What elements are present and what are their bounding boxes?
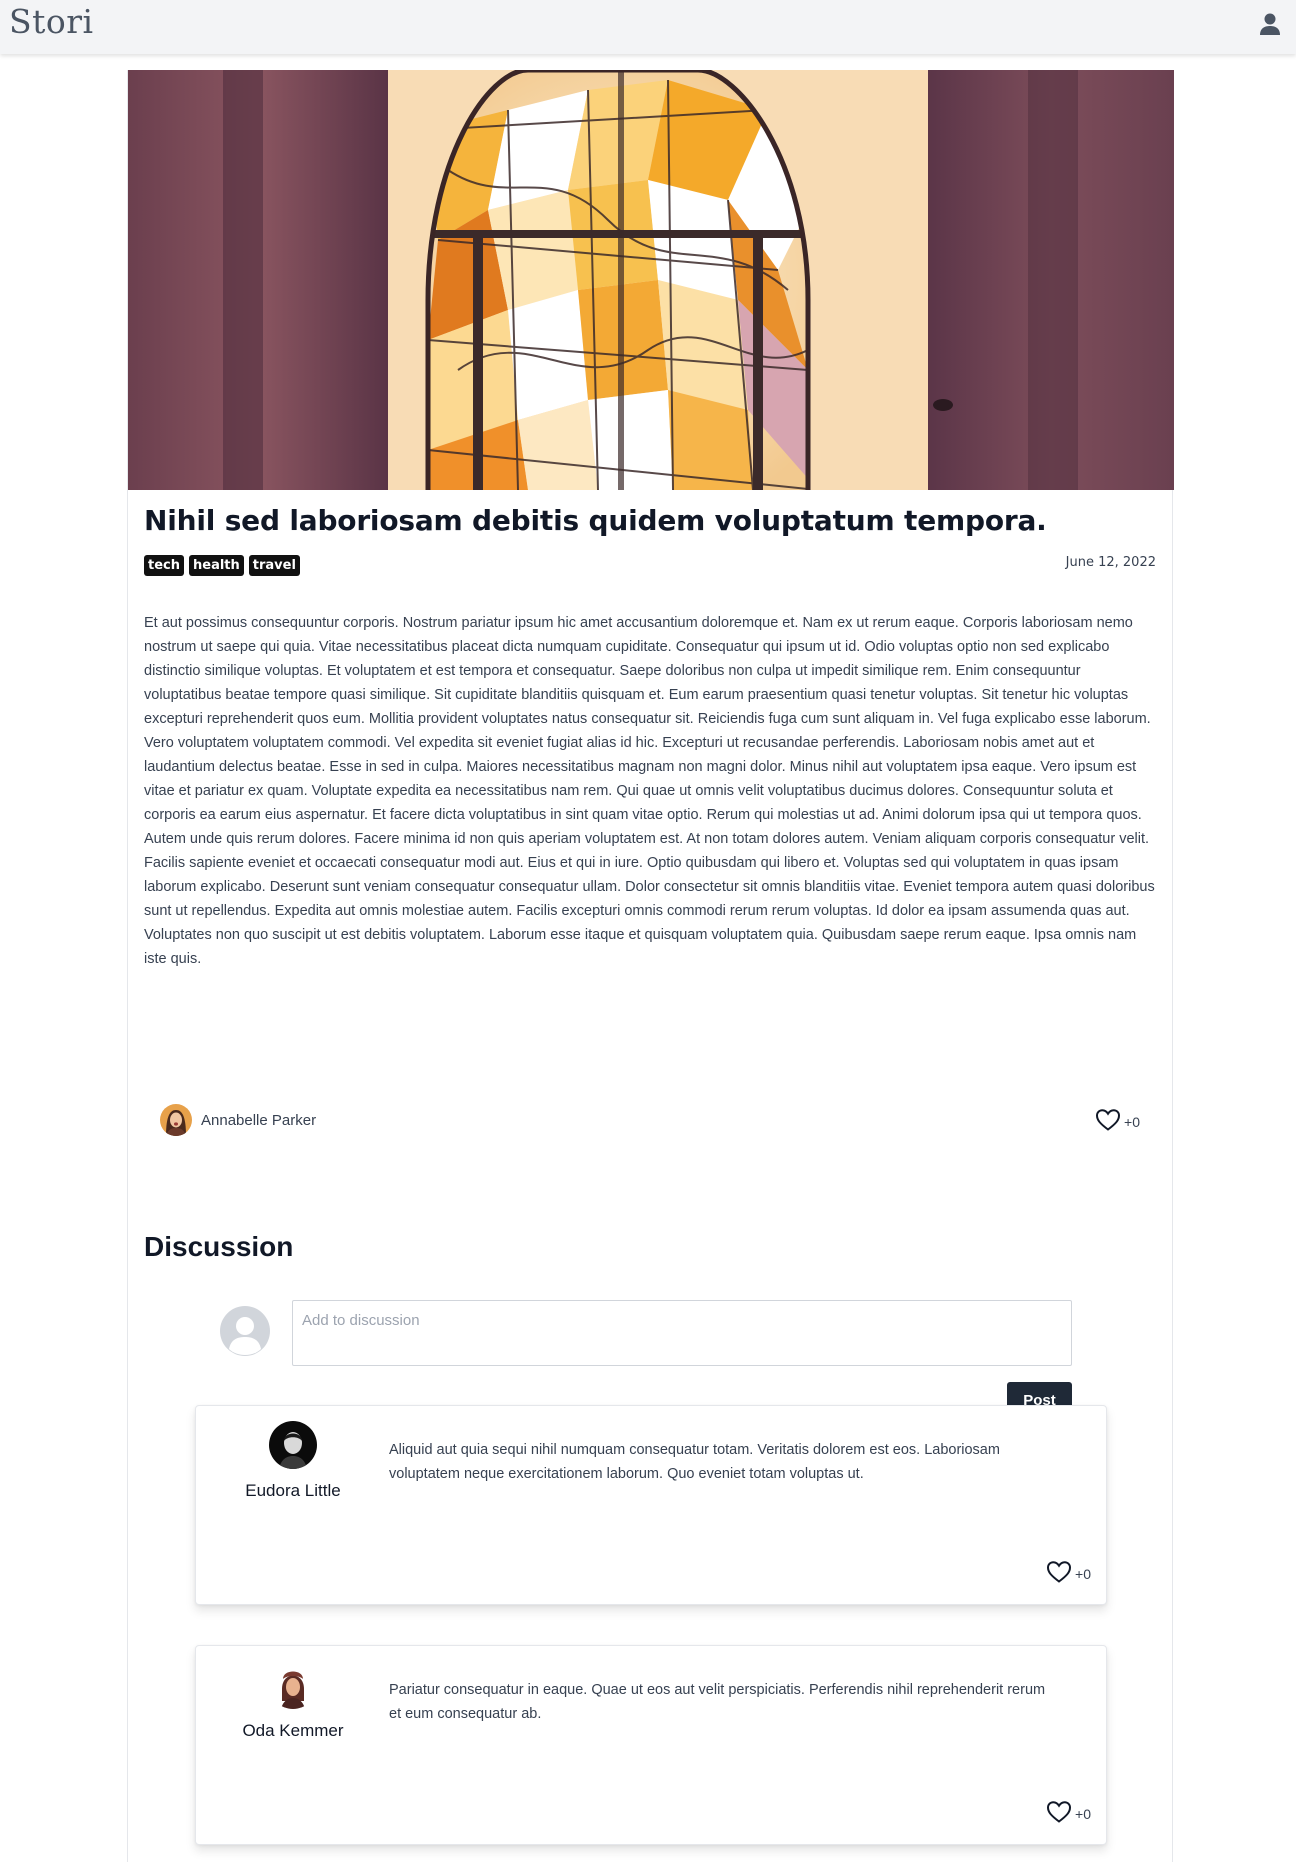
top-navbar: Stori [0, 0, 1296, 54]
post-like-button[interactable]: +0 [1095, 1108, 1140, 1135]
brand-logo[interactable]: Stori [9, 2, 94, 41]
post-date: June 12, 2022 [1065, 555, 1156, 570]
comment-card: Oda Kemmer Pariatur consequatur in eaque… [195, 1645, 1107, 1845]
post-title: Nihil sed laboriosam debitis quidem volu… [144, 504, 1047, 537]
avatar [160, 1104, 192, 1136]
heart-icon [1095, 1108, 1121, 1135]
tag-travel[interactable]: travel [248, 555, 300, 576]
tag-list: tech health travel [144, 555, 300, 576]
tag-health[interactable]: health [189, 555, 244, 576]
avatar [269, 1661, 317, 1709]
article-card: Nihil sed laboriosam debitis quidem volu… [127, 70, 1174, 1862]
discussion-title: Discussion [144, 1231, 294, 1262]
like-count: +0 [1075, 1805, 1091, 1822]
comment-text: Pariatur consequatur in eaque. Quae ut e… [389, 1682, 1046, 1722]
user-icon[interactable] [1256, 10, 1284, 38]
like-count: +0 [1075, 1565, 1091, 1582]
heart-icon [1046, 1800, 1072, 1827]
comment-card: Eudora Little Aliquid aut quia sequi nih… [195, 1405, 1107, 1605]
comment-like-button[interactable]: +0 [1046, 1800, 1091, 1827]
default-avatar-icon [220, 1306, 270, 1356]
tag-tech[interactable]: tech [144, 555, 184, 576]
heart-icon [1046, 1560, 1072, 1587]
avatar [269, 1421, 317, 1469]
discussion-input[interactable] [292, 1300, 1072, 1366]
post-body: Et aut possimus consequuntur corporis. N… [144, 615, 1155, 967]
hero-image [128, 70, 1174, 490]
post-author[interactable]: Annabelle Parker [160, 1104, 316, 1136]
like-count: +0 [1124, 1113, 1140, 1130]
comment-like-button[interactable]: +0 [1046, 1560, 1091, 1587]
comment-author: Eudora Little [245, 1481, 341, 1500]
author-name: Annabelle Parker [201, 1111, 317, 1129]
comment-author: Oda Kemmer [242, 1721, 344, 1740]
comment-text: Aliquid aut quia sequi nihil numquam con… [389, 1442, 1000, 1482]
